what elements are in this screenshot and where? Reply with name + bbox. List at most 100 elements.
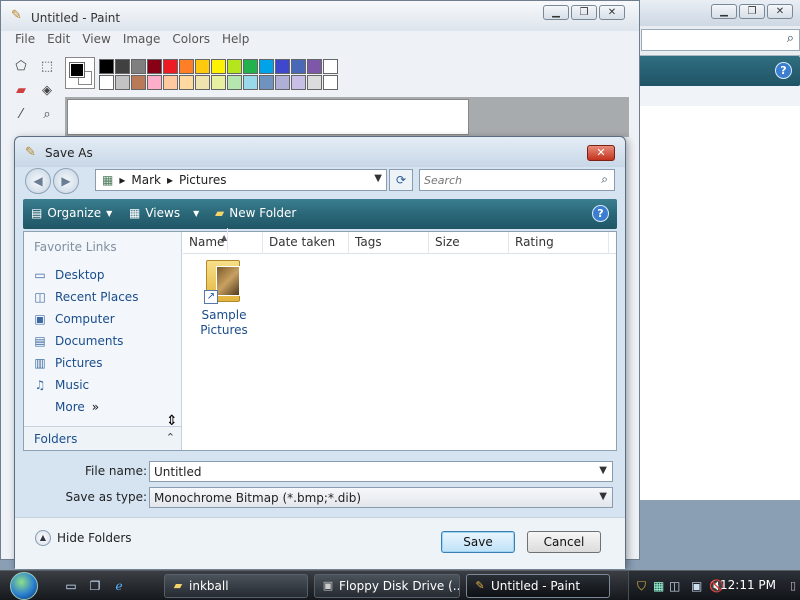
palette-swatch[interactable] — [243, 59, 258, 74]
maximize-icon[interactable]: ❐ — [739, 4, 765, 19]
organize-button[interactable]: ▤ Organize ▼ — [31, 206, 112, 220]
minimize-icon[interactable]: ▁ — [543, 5, 569, 20]
palette-swatch[interactable] — [163, 75, 178, 90]
breadcrumb[interactable]: ▦ ▸ Mark ▸ Pictures ▼ — [95, 169, 387, 191]
save-button[interactable]: Save — [441, 531, 515, 553]
palette-swatch[interactable] — [195, 59, 210, 74]
save-as-dialog[interactable]: ✎ Save As ✕ ◀ ▶ ▦ ▸ Mark ▸ Pictures ▼ ⟳ … — [14, 136, 626, 569]
palette-swatch[interactable] — [291, 59, 306, 74]
search-icon[interactable]: ⌕ — [787, 31, 794, 46]
palette-swatch[interactable] — [227, 59, 242, 74]
eraser-icon[interactable]: ▰ — [11, 81, 31, 101]
background-address-field[interactable] — [641, 29, 800, 51]
tray-app-icon[interactable]: ◫ — [669, 579, 680, 593]
palette-swatch[interactable] — [211, 59, 226, 74]
column-header-rating[interactable]: Rating — [509, 232, 609, 254]
column-header-name[interactable]: ▲ Name — [183, 228, 263, 254]
hide-folders-button[interactable]: ▲ Hide Folders — [35, 530, 132, 546]
color-picker-icon[interactable]: ⁄ — [11, 105, 31, 125]
breadcrumb-separator-icon[interactable]: ▸ — [119, 173, 125, 187]
close-icon[interactable]: ✕ — [587, 145, 615, 161]
file-name-combobox[interactable]: ▼ — [149, 461, 613, 482]
internet-explorer-icon[interactable]: ℯ — [110, 577, 128, 595]
clock[interactable]: 12:11 PM — [720, 578, 776, 592]
palette-swatch[interactable] — [227, 75, 242, 90]
palette-swatch[interactable] — [179, 75, 194, 90]
switch-windows-icon[interactable]: ❐ — [86, 577, 104, 595]
file-name-input[interactable] — [154, 464, 584, 480]
palette-swatch[interactable] — [195, 75, 210, 90]
breadcrumb-separator-icon[interactable]: ▸ — [167, 173, 173, 187]
menu-edit[interactable]: Edit — [41, 31, 76, 49]
palette-swatch[interactable] — [115, 75, 130, 90]
palette-swatch[interactable] — [243, 75, 258, 90]
breadcrumb-item-mark[interactable]: Mark — [131, 173, 161, 187]
column-header-size[interactable]: Size — [429, 232, 509, 254]
minimize-icon[interactable]: ▁ — [711, 4, 737, 19]
maximize-icon[interactable]: ❐ — [571, 5, 597, 20]
palette-swatch[interactable] — [291, 75, 306, 90]
security-shield-icon[interactable]: ⛉ — [637, 579, 646, 594]
palette-swatch[interactable] — [179, 59, 194, 74]
current-colors[interactable] — [65, 57, 95, 89]
free-select-icon[interactable]: ⬠ — [11, 57, 31, 77]
back-arrow-icon[interactable]: ◀ — [25, 168, 51, 194]
more-links[interactable]: More » — [30, 396, 178, 418]
menu-image[interactable]: Image — [117, 31, 167, 49]
palette-swatch[interactable] — [131, 59, 146, 74]
close-icon[interactable]: ✕ — [767, 4, 793, 19]
show-desktop-icon[interactable]: ▭ — [62, 577, 80, 595]
menu-view[interactable]: View — [76, 31, 116, 49]
tray-app-icon[interactable]: ▦ — [653, 579, 664, 593]
search-icon[interactable]: ⌕ — [601, 172, 608, 187]
favorite-link-desktop[interactable]: ▭ Desktop — [30, 264, 178, 286]
palette-swatch[interactable] — [99, 75, 114, 90]
palette-swatch[interactable] — [131, 75, 146, 90]
close-icon[interactable]: ✕ — [599, 5, 625, 20]
views-button[interactable]: ▦ Views ▼ — [129, 206, 199, 220]
list-item[interactable]: ↗ Sample Pictures — [199, 258, 249, 338]
chevron-down-icon[interactable]: ▼ — [599, 491, 607, 502]
palette-swatch[interactable] — [275, 59, 290, 74]
palette-swatch[interactable] — [163, 59, 178, 74]
palette-swatch[interactable] — [323, 59, 338, 74]
palette-swatch[interactable] — [259, 75, 274, 90]
palette-swatch[interactable] — [275, 75, 290, 90]
favorite-link-recent-places[interactable]: ◫ Recent Places — [30, 286, 178, 308]
cancel-button[interactable]: Cancel — [527, 531, 601, 553]
show-hidden-icons-icon[interactable]: ▯ — [790, 579, 796, 592]
menu-help[interactable]: Help — [216, 31, 255, 49]
palette-swatch[interactable] — [99, 59, 114, 74]
favorite-link-pictures[interactable]: ▥ Pictures — [30, 352, 178, 374]
search-input[interactable] — [424, 172, 584, 188]
folders-toggle[interactable]: Folders ⌃ — [24, 426, 181, 450]
column-header-tags[interactable]: Tags — [349, 232, 429, 254]
palette-swatch[interactable] — [307, 75, 322, 90]
menu-file[interactable]: File — [9, 31, 41, 49]
network-icon[interactable]: ▣ — [691, 579, 702, 593]
palette-swatch[interactable] — [115, 59, 130, 74]
search-box[interactable]: ⌕ — [419, 169, 615, 191]
favorite-link-music[interactable]: ♫ Music — [30, 374, 178, 396]
paint-titlebar[interactable]: ✎ Untitled - Paint ▁ ❐ ✕ — [1, 1, 639, 31]
palette-swatch[interactable] — [307, 59, 322, 74]
dialog-titlebar[interactable]: ✎ Save As ✕ — [15, 137, 625, 167]
taskbar-button-paint[interactable]: ✎ Untitled - Paint — [466, 574, 610, 598]
palette-swatch[interactable] — [211, 75, 226, 90]
taskbar-button-inkball[interactable]: ▰ inkball — [164, 574, 308, 598]
magnifier-icon[interactable]: ⌕ — [37, 105, 57, 125]
favorite-link-documents[interactable]: ▤ Documents — [30, 330, 178, 352]
chevron-down-icon[interactable]: ▼ — [599, 465, 607, 476]
forward-arrow-icon[interactable]: ▶ — [53, 168, 79, 194]
start-button[interactable] — [4, 571, 48, 600]
help-icon[interactable]: ? — [592, 205, 609, 222]
palette-swatch[interactable] — [259, 59, 274, 74]
favorite-link-computer[interactable]: ▣ Computer — [30, 308, 178, 330]
save-type-select[interactable]: Monochrome Bitmap (*.bmp;*.dib) ▼ — [149, 487, 613, 508]
rect-select-icon[interactable]: ⬚ — [37, 57, 57, 77]
drawing-canvas[interactable] — [67, 99, 469, 135]
taskbar-button-floppy[interactable]: ▣ Floppy Disk Drive (... — [314, 574, 460, 598]
file-list-pane[interactable]: ▲ Name Date taken Tags Size Rating ↗ Samp… — [183, 228, 616, 450]
refresh-icon[interactable]: ⟳ — [389, 169, 413, 191]
menu-colors[interactable]: Colors — [166, 31, 216, 49]
